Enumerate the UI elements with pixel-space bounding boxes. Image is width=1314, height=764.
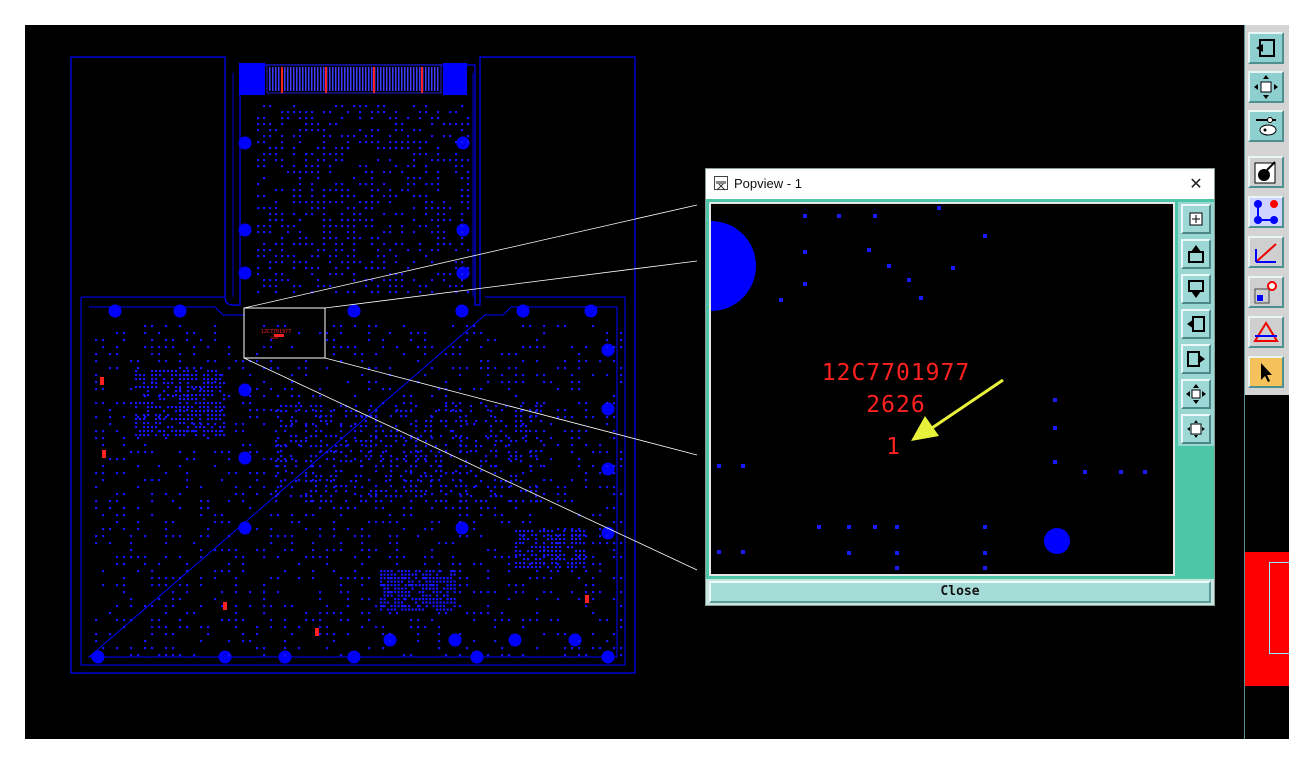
via-field [95,105,623,657]
popview-toolbar [1178,202,1214,576]
board-component-label: 12C7701977 [261,329,291,335]
select-pointer-icon[interactable] [1248,356,1284,388]
close-icon[interactable]: ✕ [1186,173,1206,193]
popview-body: 12C7701977 2626 1 [706,199,1214,579]
zoom-fit-icon[interactable] [1248,71,1284,103]
pin-icon[interactable] [1248,276,1284,308]
zoom-in-icon[interactable] [1181,204,1211,234]
zoom-out-icon[interactable] [1181,414,1211,444]
pan-left-icon[interactable] [1181,309,1211,339]
pin-number: 1 [886,434,900,460]
pan-up-icon[interactable] [1181,239,1211,269]
board-component-sub: 2626 [270,336,278,340]
mounting-holes [91,136,615,664]
minimap[interactable] [1245,552,1290,686]
measure-icon[interactable] [1248,236,1284,268]
popview-footer: Close [706,579,1214,605]
popview-title: Popview - 1 [734,176,802,191]
window-icon [714,176,728,191]
drc-icon[interactable] [1248,316,1284,348]
popview-zoomed-view[interactable]: 12C7701977 2626 1 [709,202,1175,576]
connector-pins [269,67,439,93]
ref-subtext: 2626 [866,392,925,418]
close-button[interactable]: Close [709,581,1211,603]
ref-designator: 12C7701977 [822,360,970,386]
fit-icon[interactable] [1181,379,1211,409]
pan-down-icon[interactable] [1181,274,1211,304]
zoomed-board: 12C7701977 2626 1 [711,206,1147,570]
net-icon[interactable] [1248,196,1284,228]
leader-line [324,260,698,309]
popview-titlebar[interactable]: Popview - 1 ✕ [706,169,1214,199]
minimap-viewport[interactable] [1269,562,1290,654]
panel-left-icon[interactable] [1248,32,1284,64]
layer-icon[interactable] [1248,156,1284,188]
pan-right-icon[interactable] [1181,344,1211,374]
settings-icon[interactable] [1248,110,1284,142]
popview-window[interactable]: Popview - 1 ✕ 12C7701977 2626 1 Close [705,168,1215,606]
